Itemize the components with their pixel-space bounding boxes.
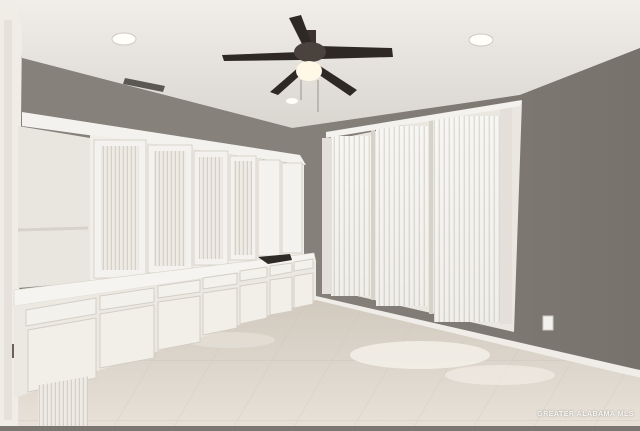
recessed-light <box>286 98 298 104</box>
watermark: GREATER ALABAMA MLS <box>537 411 634 418</box>
recessed-light <box>469 34 493 46</box>
floor-reflection <box>350 341 490 369</box>
wall-outlet <box>543 316 553 330</box>
room-photo <box>0 0 640 426</box>
recessed-light <box>112 33 136 45</box>
